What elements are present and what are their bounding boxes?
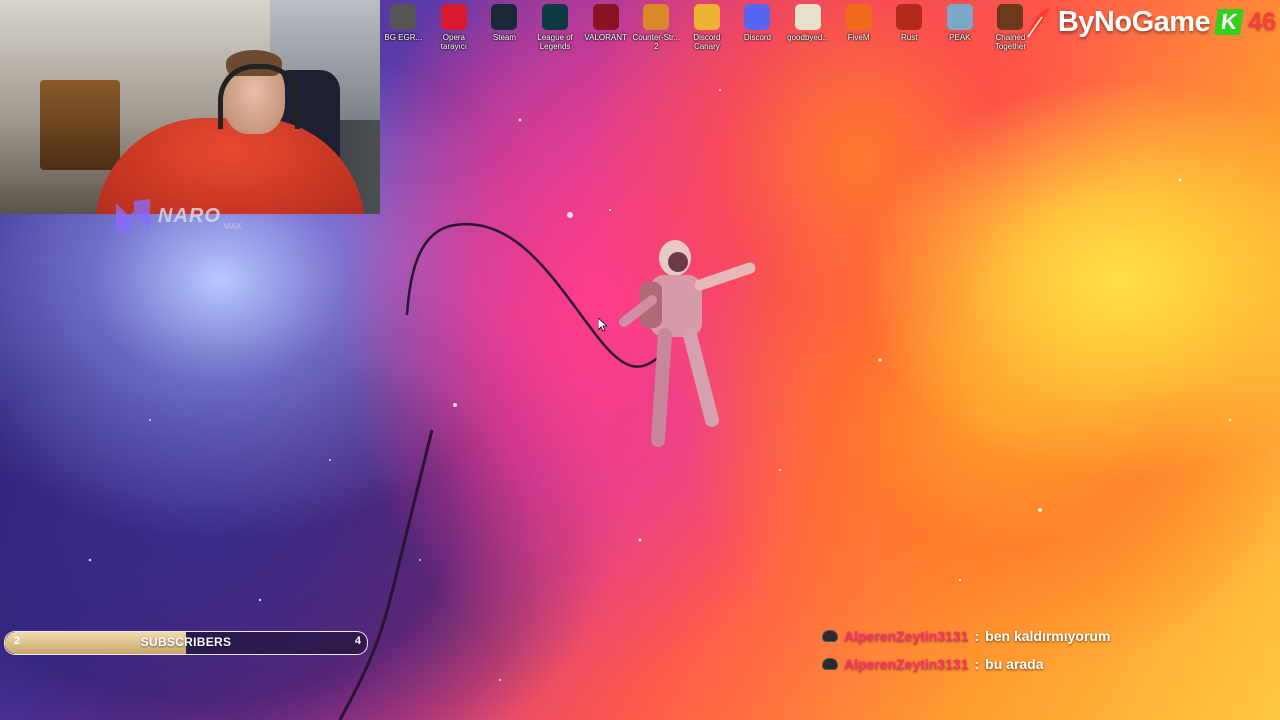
fivem-icon — [845, 4, 872, 30]
desktop-icon-valorant[interactable]: VALORANT — [580, 4, 631, 51]
webcam-furniture — [40, 80, 120, 170]
subscribers-goal: 4 — [354, 635, 361, 647]
desktop-icons: BG EGR... Opera tarayıcı Steam League of Le… — [378, 4, 1036, 51]
desktop-icon-label: Discord — [743, 33, 772, 42]
desktop-icon-label: VALORANT — [584, 33, 627, 42]
subscribers-goal-bar: 2 SUBSCRIBERS 4 — [4, 631, 368, 655]
desktop-icon-label: Counter-Str... 2 — [632, 33, 681, 51]
desktop-icon-goodbye[interactable]: goodbyed... — [783, 4, 834, 51]
chat-username: AlperenZeytin3131 — [844, 656, 969, 672]
desktop-icon-label: Rust — [901, 33, 918, 42]
desktop-icon-discord[interactable]: Discord — [732, 4, 783, 51]
desktop-icon-label: BG EGR... — [384, 33, 423, 42]
chat-badge-icon — [822, 630, 838, 642]
bynogame-k-badge: K — [1214, 9, 1245, 35]
chat-text: ben kaldırmıyorum — [985, 628, 1111, 644]
bynogame-feather-icon — [1027, 7, 1050, 38]
chat-separator: : — [974, 656, 980, 672]
desktop-icon-discord-canary[interactable]: Discord Canary — [682, 4, 733, 51]
bynogame-count: 46 — [1248, 7, 1276, 36]
chat-message: AlperenZeytin3131 : ben kaldırmıyorum — [822, 622, 1110, 650]
opera-icon — [440, 4, 467, 30]
desktop-icon-label: Steam — [492, 33, 517, 42]
chained-together-icon — [997, 4, 1024, 30]
counter-strike-icon — [643, 4, 670, 30]
tether-line-lower — [338, 429, 434, 720]
chat-overlay: AlperenZeytin3131 : ben kaldırmıyorum Al… — [822, 622, 1110, 678]
tether-line — [405, 222, 666, 368]
desktop-icon-label: PEAK — [949, 33, 971, 42]
desktop-icon-steam[interactable]: Steam — [479, 4, 530, 51]
rust-icon — [896, 4, 923, 30]
valorant-icon — [592, 4, 619, 30]
peak-icon — [946, 4, 973, 30]
chat-username: AlperenZeytin3131 — [844, 628, 969, 644]
desktop-icon-peak[interactable]: PEAK — [935, 4, 986, 51]
desktop-icon-label: goodbyed... — [787, 33, 829, 42]
mouse-cursor-icon — [598, 318, 608, 332]
chat-separator: : — [974, 628, 980, 644]
naro-mark-icon — [116, 199, 150, 233]
desktop-icon-label: FiveM — [847, 33, 870, 42]
chat-badge-icon — [822, 658, 838, 670]
desktop-icon-opera[interactable]: Opera tarayıcı — [429, 4, 480, 51]
headset-icon — [218, 64, 300, 129]
bynogame-brand: ByNoGame — [1057, 5, 1211, 38]
chat-message: AlperenZeytin3131 : bu arada — [822, 650, 1110, 678]
desktop-icon-league-of-legends[interactable]: League of Legends — [530, 4, 581, 51]
discord-canary-icon — [693, 4, 720, 30]
desktop-icon-counter-strike[interactable]: Counter-Str... 2 — [631, 4, 682, 51]
chat-text: bu arada — [985, 656, 1044, 672]
subscribers-label: SUBSCRIBERS — [140, 635, 232, 649]
desktop-icon-rust[interactable]: Rust — [884, 4, 935, 51]
desktop-icon-label: Opera tarayıcı — [440, 33, 467, 51]
goodbye-icon — [795, 4, 822, 30]
steam-icon — [491, 4, 518, 30]
desktop-icon-label: Discord Canary — [693, 33, 721, 51]
naro-logo: NARO MAX — [112, 195, 241, 237]
discord-icon — [744, 4, 771, 30]
bg-egr-icon — [390, 4, 417, 30]
desktop-icon-label: League of Legends — [537, 33, 573, 51]
league-of-legends-icon — [542, 4, 569, 30]
naro-logo-subtext: MAX — [224, 222, 242, 231]
desktop-icon-bg-egr[interactable]: BG EGR... — [378, 4, 429, 51]
bynogame-overlay: ByNoGame K 46 — [1022, 0, 1280, 44]
desktop-icon-fivem[interactable]: FiveM — [833, 4, 884, 51]
naro-logo-text: NARO — [158, 204, 221, 227]
astronaut-figure — [619, 240, 756, 447]
webcam-feed — [0, 0, 380, 214]
